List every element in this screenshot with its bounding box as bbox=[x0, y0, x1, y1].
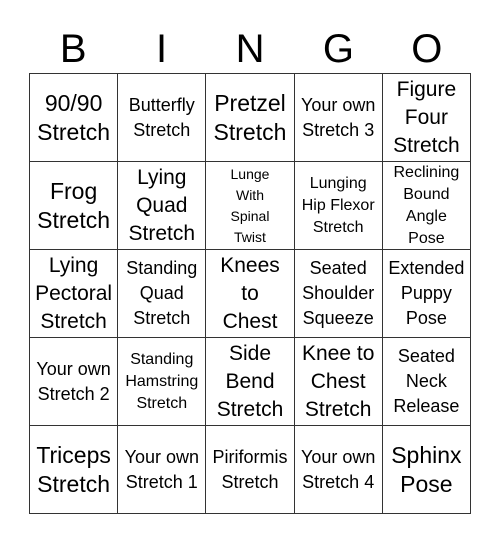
bingo-cell-r1-c2[interactable]: Butterfly Stretch bbox=[118, 74, 207, 162]
bingo-cell-r4-c4[interactable]: Knee to Chest Stretch bbox=[294, 338, 383, 426]
bingo-cell-r5-c1[interactable]: Triceps Stretch bbox=[30, 426, 119, 514]
header-letter-o: O bbox=[411, 27, 443, 71]
bingo-cell-r1-c1[interactable]: 90/90 Stretch bbox=[30, 74, 119, 162]
bingo-cell-r5-c5[interactable]: Sphinx Pose bbox=[382, 426, 471, 514]
bingo-cell-r5-c3[interactable]: Piriformis Stretch bbox=[206, 426, 295, 514]
header-letter-b: B bbox=[59, 27, 87, 71]
header-letter-n: N bbox=[235, 27, 265, 71]
bingo-cell-r3-c4[interactable]: Seated Shoulder Squeeze bbox=[294, 250, 383, 338]
bingo-cell-r2-c2[interactable]: Lying Quad Stretch bbox=[118, 162, 207, 250]
bingo-cell-r1-c5[interactable]: Figure Four Stretch bbox=[382, 74, 471, 162]
bingo-cell-r2-c4[interactable]: Lunging Hip Flexor Stretch bbox=[294, 162, 383, 250]
bingo-cell-r2-c1[interactable]: Frog Stretch bbox=[30, 162, 119, 250]
bingo-cell-r4-c5[interactable]: Seated Neck Release bbox=[382, 338, 471, 426]
bingo-cell-r2-c3[interactable]: Lunge With Spinal Twist bbox=[206, 162, 295, 250]
bingo-cell-r3-c1[interactable]: Lying Pectoral Stretch bbox=[30, 250, 119, 338]
bingo-cell-r3-c5[interactable]: Extended Puppy Pose bbox=[382, 250, 471, 338]
bingo-cell-r3-c3[interactable]: Knees to Chest bbox=[206, 250, 295, 338]
bingo-cell-r4-c1[interactable]: Your own Stretch 2 bbox=[30, 338, 119, 426]
bingo-cell-r4-c2[interactable]: Standing Hamstring Stretch bbox=[118, 338, 207, 426]
bingo-header: B I N G O bbox=[29, 26, 471, 72]
bingo-cell-r3-c2[interactable]: Standing Quad Stretch bbox=[118, 250, 207, 338]
bingo-cell-r5-c2[interactable]: Your own Stretch 1 bbox=[118, 426, 207, 514]
bingo-cell-r1-c4[interactable]: Your own Stretch 3 bbox=[294, 74, 383, 162]
header-letter-g: G bbox=[322, 27, 354, 71]
bingo-grid: 90/90 Stretch Butterfly Stretch Pretzel … bbox=[29, 73, 471, 514]
header-letter-i: I bbox=[156, 27, 168, 71]
bingo-cell-r1-c3[interactable]: Pretzel Stretch bbox=[206, 74, 295, 162]
bingo-cell-r2-c5[interactable]: Reclining Bound Angle Pose bbox=[382, 162, 471, 250]
bingo-cell-r5-c4[interactable]: Your own Stretch 4 bbox=[294, 426, 383, 514]
bingo-cell-r4-c3[interactable]: Side Bend Stretch bbox=[206, 338, 295, 426]
